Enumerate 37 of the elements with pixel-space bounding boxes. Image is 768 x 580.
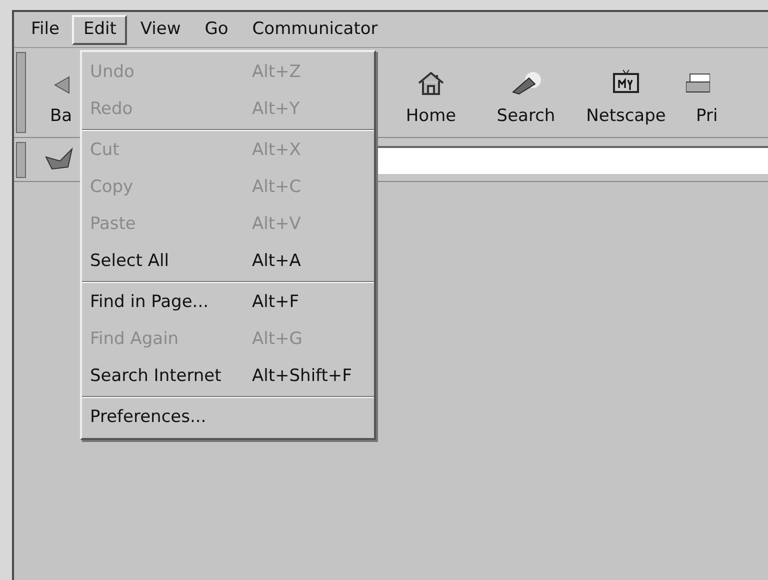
toolbar-button[interactable]: Pri: [686, 48, 746, 137]
menu-item-label: Redo: [90, 98, 134, 121]
menu-item-label: Find in Page...: [90, 290, 210, 314]
menu-item[interactable]: View: [129, 14, 192, 44]
toolbar-button[interactable]: Home: [386, 48, 476, 137]
shortcut-text: Alt+Z: [252, 60, 301, 84]
shortcut-text: Alt+V: [252, 212, 301, 236]
menu-item[interactable]: Communicator: [241, 14, 389, 44]
menu-item[interactable]: Edit: [72, 14, 128, 44]
menu-item-label: Paste: [90, 212, 137, 236]
menu-item-label: Preferences...: [90, 406, 208, 429]
toolbar-grip[interactable]: [16, 142, 26, 178]
flashlight-icon: [509, 70, 543, 96]
menu-item[interactable]: Select All Alt+A: [82, 243, 374, 280]
menu-item-label: Find Again: [90, 328, 180, 351]
menu-item-label: Select All: [90, 250, 170, 273]
menu-item-label: Cut: [90, 138, 120, 162]
menu-item-label: Search Internet: [90, 364, 222, 388]
shortcut-text: Alt+G: [252, 328, 302, 351]
toolbar-grip[interactable]: [16, 52, 26, 133]
menu-item[interactable]: Go: [194, 14, 240, 44]
toolbar-button[interactable]: Search: [476, 48, 576, 137]
shortcut-text: Alt+C: [252, 176, 302, 199]
shortcut-text: Alt+Shift+F: [252, 364, 352, 388]
house-icon: [416, 70, 446, 96]
toolbar-button[interactable]: Netscape: [576, 48, 676, 137]
shortcut-text: Alt+Y: [252, 98, 300, 121]
menu-item-label: Copy: [90, 176, 134, 199]
menu-item[interactable]: Find in Page... Alt+F: [82, 284, 374, 321]
shortcut-text: Alt+A: [252, 250, 301, 273]
menu-item[interactable]: Search Internet Alt+Shift+F: [82, 358, 374, 395]
shortcut-text: Alt+F: [252, 290, 300, 314]
menu-item[interactable]: File: [20, 14, 70, 44]
shortcut-text: Alt+X: [252, 138, 301, 162]
menu-item[interactable]: Preferences...: [82, 399, 374, 436]
menu-item-label: Undo: [90, 60, 136, 84]
monitor-icon: [611, 68, 641, 96]
